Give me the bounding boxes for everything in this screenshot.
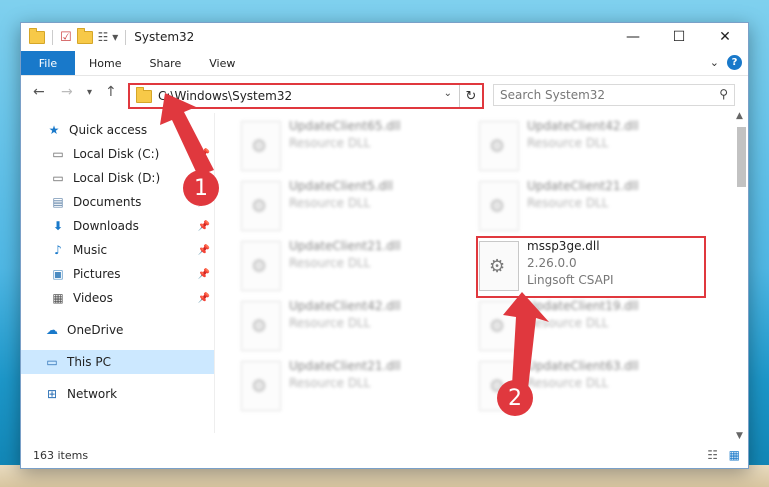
annotation-label-2: 2 [497,380,533,416]
annotation-arrow-1 [160,93,214,176]
annotation-arrow-2 [503,292,549,389]
annotation-label-1: 1 [183,170,219,206]
annotation-overlay [160,93,549,389]
